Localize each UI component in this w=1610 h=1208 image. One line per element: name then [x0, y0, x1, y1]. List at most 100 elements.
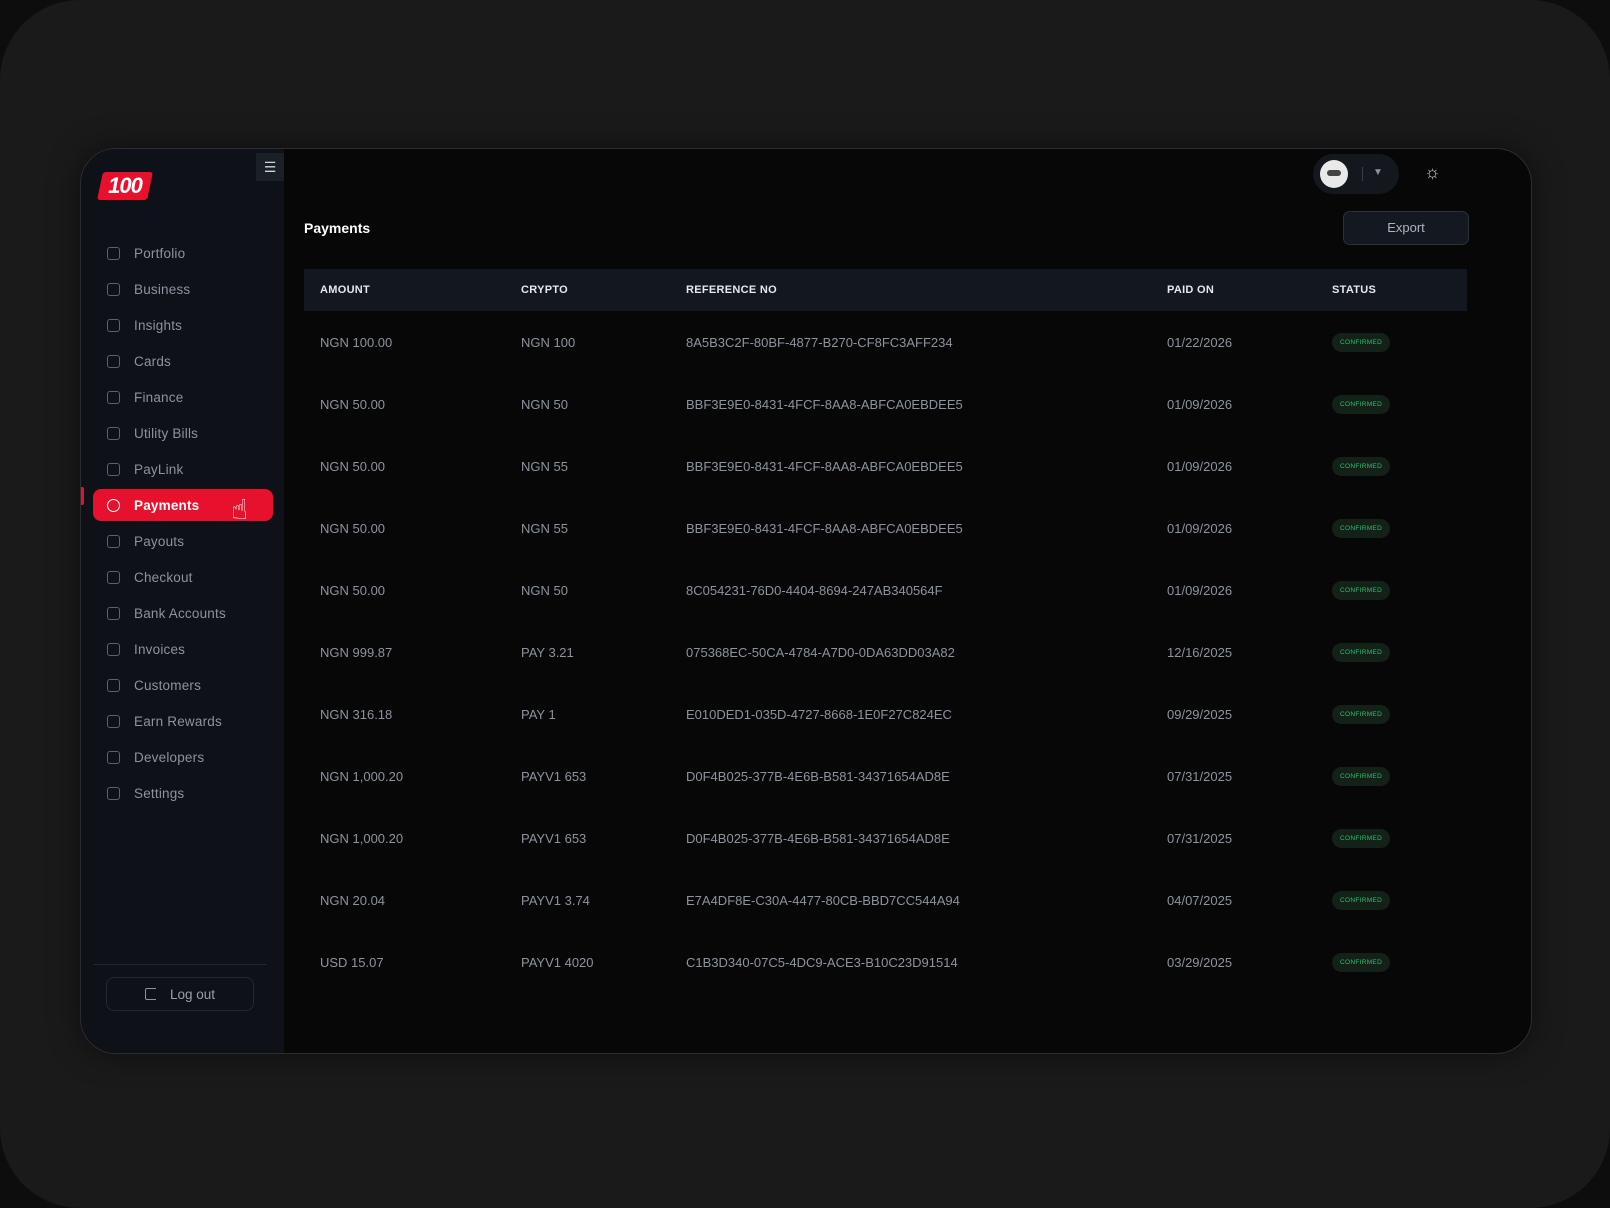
column-header-status[interactable]: STATUS: [1332, 284, 1467, 296]
reference-cell: D0F4B025-377B-4E6B-B581-34371654AD8E: [686, 830, 950, 846]
reference-cell: 8A5B3C2F-80BF-4877-B270-CF8FC3AFF234: [686, 334, 953, 350]
sidebar-item-insights[interactable]: Insights: [93, 309, 273, 341]
status-badge: CONFIRMED: [1332, 457, 1391, 476]
status-badge: CONFIRMED: [1332, 519, 1391, 538]
app-window: 100 ☰ Portfolio Business Insights Cards …: [80, 148, 1532, 1054]
export-button[interactable]: Export: [1343, 211, 1469, 245]
table-row[interactable]: NGN 1,000.20 PAYV1 653 D0F4B025-377B-4E6B-…: [304, 745, 1467, 807]
sidebar-item-label: Settings: [134, 785, 185, 801]
paid-on-cell: 07/31/2025: [1167, 768, 1233, 784]
paid-on-cell: 01/22/2026: [1167, 334, 1233, 350]
crypto-cell: PAYV1 653: [521, 768, 587, 784]
status-badge: CONFIRMED: [1332, 643, 1391, 662]
sidebar-item-label: Invoices: [134, 641, 186, 657]
column-header-amount[interactable]: AMOUNT: [304, 284, 521, 296]
portfolio-icon: [107, 246, 120, 260]
table-body: NGN 100.00 NGN 100 8A5B3C2F-80BF-4877-B270…: [304, 311, 1467, 993]
paid-on-cell: 07/31/2025: [1167, 830, 1233, 846]
sidebar-item-finance[interactable]: Finance: [93, 381, 273, 413]
status-cell: CONFIRMED: [1332, 580, 1467, 600]
sidebar-item-developers[interactable]: Developers: [93, 741, 273, 773]
table-row[interactable]: NGN 20.04 PAYV1 3.74 E7A4DF8E-C30A-4477-80…: [304, 869, 1467, 931]
status-badge: CONFIRMED: [1332, 767, 1391, 786]
logout-label: Log out: [169, 986, 216, 1002]
status-badge: CONFIRMED: [1332, 705, 1391, 724]
sidebar-item-paylink[interactable]: PayLink: [93, 453, 273, 485]
table-row[interactable]: NGN 100.00 NGN 100 8A5B3C2F-80BF-4877-B270…: [304, 311, 1467, 373]
reference-cell: 8C054231-76D0-4404-8694-247AB340564F: [686, 582, 943, 598]
column-header-paid-on[interactable]: PAID ON: [1167, 284, 1332, 296]
status-cell: CONFIRMED: [1332, 828, 1467, 848]
amount-cell: NGN 50.00: [320, 458, 386, 474]
sidebar-item-utility-bills[interactable]: Utility Bills: [93, 417, 273, 449]
customers-icon: [107, 678, 120, 692]
sidebar-item-invoices[interactable]: Invoices: [93, 633, 273, 665]
sidebar-item-label: Customers: [134, 677, 202, 693]
brand-logo[interactable]: 100: [97, 172, 153, 200]
crypto-cell: PAYV1 4020: [521, 954, 594, 970]
cards-icon: [107, 354, 120, 368]
settings-icon: [107, 786, 120, 800]
status-cell: CONFIRMED: [1332, 642, 1467, 662]
paid-on-cell: 09/29/2025: [1167, 706, 1233, 722]
chevron-down-icon[interactable]: ▼: [1373, 167, 1383, 178]
sidebar-item-portfolio[interactable]: Portfolio: [93, 237, 273, 269]
crypto-cell: PAY 3.21: [521, 644, 574, 660]
reference-cell: E7A4DF8E-C30A-4477-80CB-BBD7CC544A94: [686, 892, 960, 908]
table-row[interactable]: NGN 50.00 NGN 50 BBF3E9E0-8431-4FCF-8AA8-A…: [304, 373, 1467, 435]
checkout-icon: [107, 570, 120, 584]
status-cell: CONFIRMED: [1332, 890, 1467, 910]
sun-icon[interactable]: ☼: [1424, 162, 1441, 183]
sidebar-item-bank-accounts[interactable]: Bank Accounts: [93, 597, 273, 629]
hamburger-icon[interactable]: ☰: [256, 153, 284, 181]
sidebar-item-label: Utility Bills: [134, 425, 199, 441]
active-indicator: [81, 487, 84, 505]
table-row[interactable]: NGN 1,000.20 PAYV1 653 D0F4B025-377B-4E6B-…: [304, 807, 1467, 869]
reference-cell: BBF3E9E0-8431-4FCF-8AA8-ABFCA0EBDEE5: [686, 458, 963, 474]
rewards-icon: [107, 714, 120, 728]
paid-on-cell: 12/16/2025: [1167, 644, 1233, 660]
sidebar-item-business[interactable]: Business: [93, 273, 273, 305]
crypto-cell: NGN 55: [521, 520, 568, 536]
paylink-icon: [107, 462, 120, 476]
paid-on-cell: 04/07/2025: [1167, 892, 1233, 908]
avatar[interactable]: [1320, 160, 1348, 188]
page-title: Payments: [304, 220, 371, 236]
pill-divider: [1362, 167, 1363, 181]
logout-button[interactable]: Log out: [106, 977, 254, 1011]
status-cell: CONFIRMED: [1332, 704, 1467, 724]
status-badge: CONFIRMED: [1332, 333, 1391, 352]
reference-cell: D0F4B025-377B-4E6B-B581-34371654AD8E: [686, 768, 950, 784]
finance-icon: [107, 390, 120, 404]
sidebar-item-label: Portfolio: [134, 245, 186, 261]
status-badge: CONFIRMED: [1332, 891, 1391, 910]
sidebar-item-settings[interactable]: Settings: [93, 777, 273, 809]
table-row[interactable]: NGN 999.87 PAY 3.21 075368EC-50CA-4784-A7D…: [304, 621, 1467, 683]
table-row[interactable]: NGN 50.00 NGN 55 BBF3E9E0-8431-4FCF-8AA8-A…: [304, 497, 1467, 559]
bank-icon: [107, 606, 120, 620]
sidebar-item-payouts[interactable]: Payouts: [93, 525, 273, 557]
sidebar-item-cards[interactable]: Cards: [93, 345, 273, 377]
status-badge: CONFIRMED: [1332, 581, 1391, 600]
crypto-cell: NGN 50: [521, 396, 568, 412]
sidebar-item-customers[interactable]: Customers: [93, 669, 273, 701]
sidebar-item-label: Cards: [134, 353, 172, 369]
amount-cell: NGN 999.87: [320, 644, 393, 660]
column-header-reference[interactable]: REFERENCE NO: [686, 284, 1167, 296]
amount-cell: NGN 50.00: [320, 582, 386, 598]
table-row[interactable]: NGN 50.00 NGN 50 8C054231-76D0-4404-8694-2…: [304, 559, 1467, 621]
profile-menu[interactable]: ▼: [1313, 154, 1399, 194]
table-row[interactable]: NGN 50.00 NGN 55 BBF3E9E0-8431-4FCF-8AA8-A…: [304, 435, 1467, 497]
reference-cell: E010DED1-035D-4727-8668-1E0F27C824EC: [686, 706, 952, 722]
sidebar-item-checkout[interactable]: Checkout: [93, 561, 273, 593]
table-row[interactable]: NGN 316.18 PAY 1 E010DED1-035D-4727-8668-1…: [304, 683, 1467, 745]
table-row[interactable]: USD 15.07 PAYV1 4020 C1B3D340-07C5-4DC9-AC…: [304, 931, 1467, 993]
sidebar-item-earn-rewards[interactable]: Earn Rewards: [93, 705, 273, 737]
column-header-crypto[interactable]: CRYPTO: [521, 284, 686, 296]
device-frame: 100 ☰ Portfolio Business Insights Cards …: [0, 0, 1610, 1208]
crypto-cell: PAY 1: [521, 706, 556, 722]
sidebar-item-label: Developers: [134, 749, 205, 765]
amount-cell: NGN 100.00: [320, 334, 393, 350]
table-header: AMOUNT CRYPTO REFERENCE NO PAID ON STATU…: [304, 269, 1467, 311]
sidebar-item-label: Payouts: [134, 533, 185, 549]
